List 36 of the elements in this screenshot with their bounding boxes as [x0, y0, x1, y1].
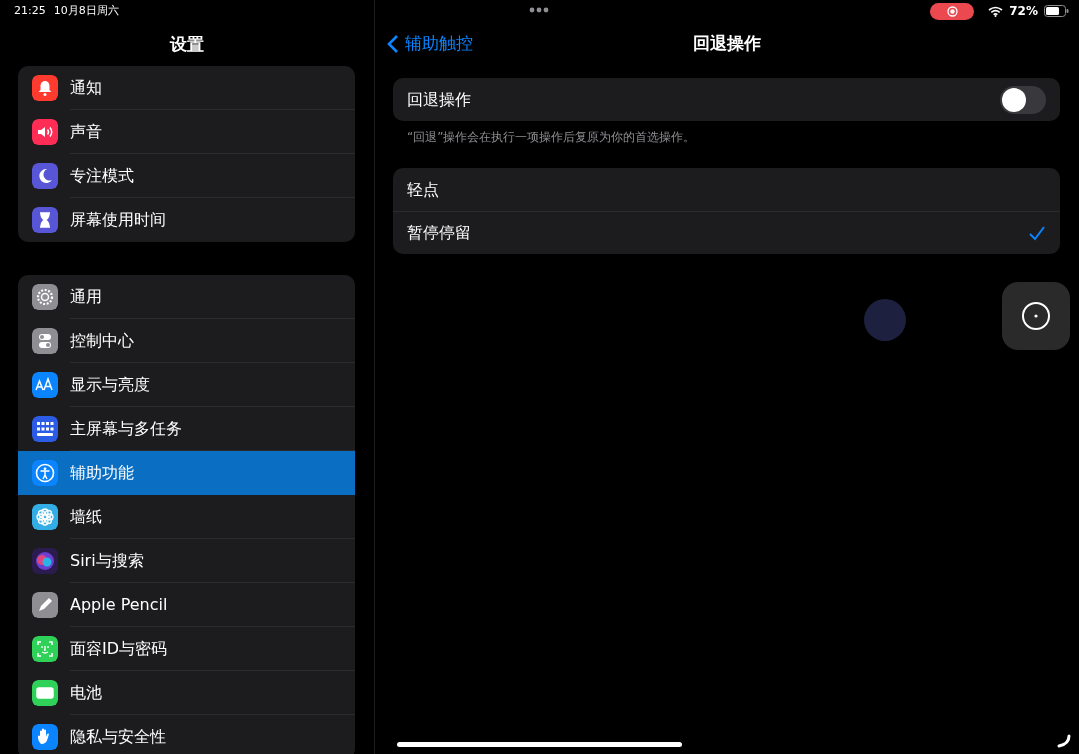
option-row[interactable]: 轻点	[393, 168, 1060, 211]
multitasking-dots-icon[interactable]	[529, 7, 549, 13]
screen-recording-indicator[interactable]	[930, 2, 975, 20]
sidebar-item[interactable]: 面容ID与密码	[18, 627, 355, 671]
battery-icon	[1044, 5, 1069, 17]
battery-percentage: 72%	[1009, 3, 1038, 20]
sidebar-item[interactable]: Apple Pencil	[18, 583, 355, 627]
corner-mark-icon	[1056, 734, 1072, 748]
sidebar-item[interactable]: 辅助功能	[18, 451, 355, 495]
page-title: 回退操作	[693, 33, 761, 54]
sidebar-item[interactable]: 专注模式	[18, 154, 355, 198]
sidebar-item[interactable]: 墙纸	[18, 495, 355, 539]
footnote-text: “回退”操作会在执行一项操作后复原为你的首选操作。	[407, 130, 696, 144]
option-row[interactable]: 暂停停留	[393, 211, 1060, 254]
wifi-icon	[988, 5, 1004, 17]
assistive-touch-button[interactable]	[1002, 282, 1070, 350]
sidebar-item[interactable]: 通用	[18, 275, 355, 319]
sidebar-item[interactable]: 声音	[18, 110, 355, 154]
toggle-label: 回退操作	[407, 88, 472, 111]
sidebar-item[interactable]: 显示与亮度	[18, 363, 355, 407]
status-date: 10月8日周六	[53, 2, 119, 19]
back-button[interactable]: 辅助触控	[375, 30, 479, 58]
record-icon	[946, 5, 958, 17]
checkmark-icon	[1028, 225, 1046, 241]
chevron-left-icon	[387, 34, 399, 54]
sidebar-item[interactable]: 隐私与安全性	[18, 715, 355, 754]
status-time: 21:25	[14, 2, 46, 19]
sidebar-item[interactable]: 电池	[18, 671, 355, 715]
sidebar-title: 设置	[170, 34, 204, 54]
circle-dot-icon	[1021, 301, 1051, 331]
sidebar-item[interactable]: 屏幕使用时间	[18, 198, 355, 242]
toggle-switch[interactable]	[1000, 85, 1046, 114]
touch-circle	[864, 299, 906, 341]
sidebar-item[interactable]: 控制中心	[18, 319, 355, 363]
sidebar-item[interactable]: Siri与搜索	[18, 539, 355, 583]
sidebar-item[interactable]: 通知	[18, 66, 355, 110]
